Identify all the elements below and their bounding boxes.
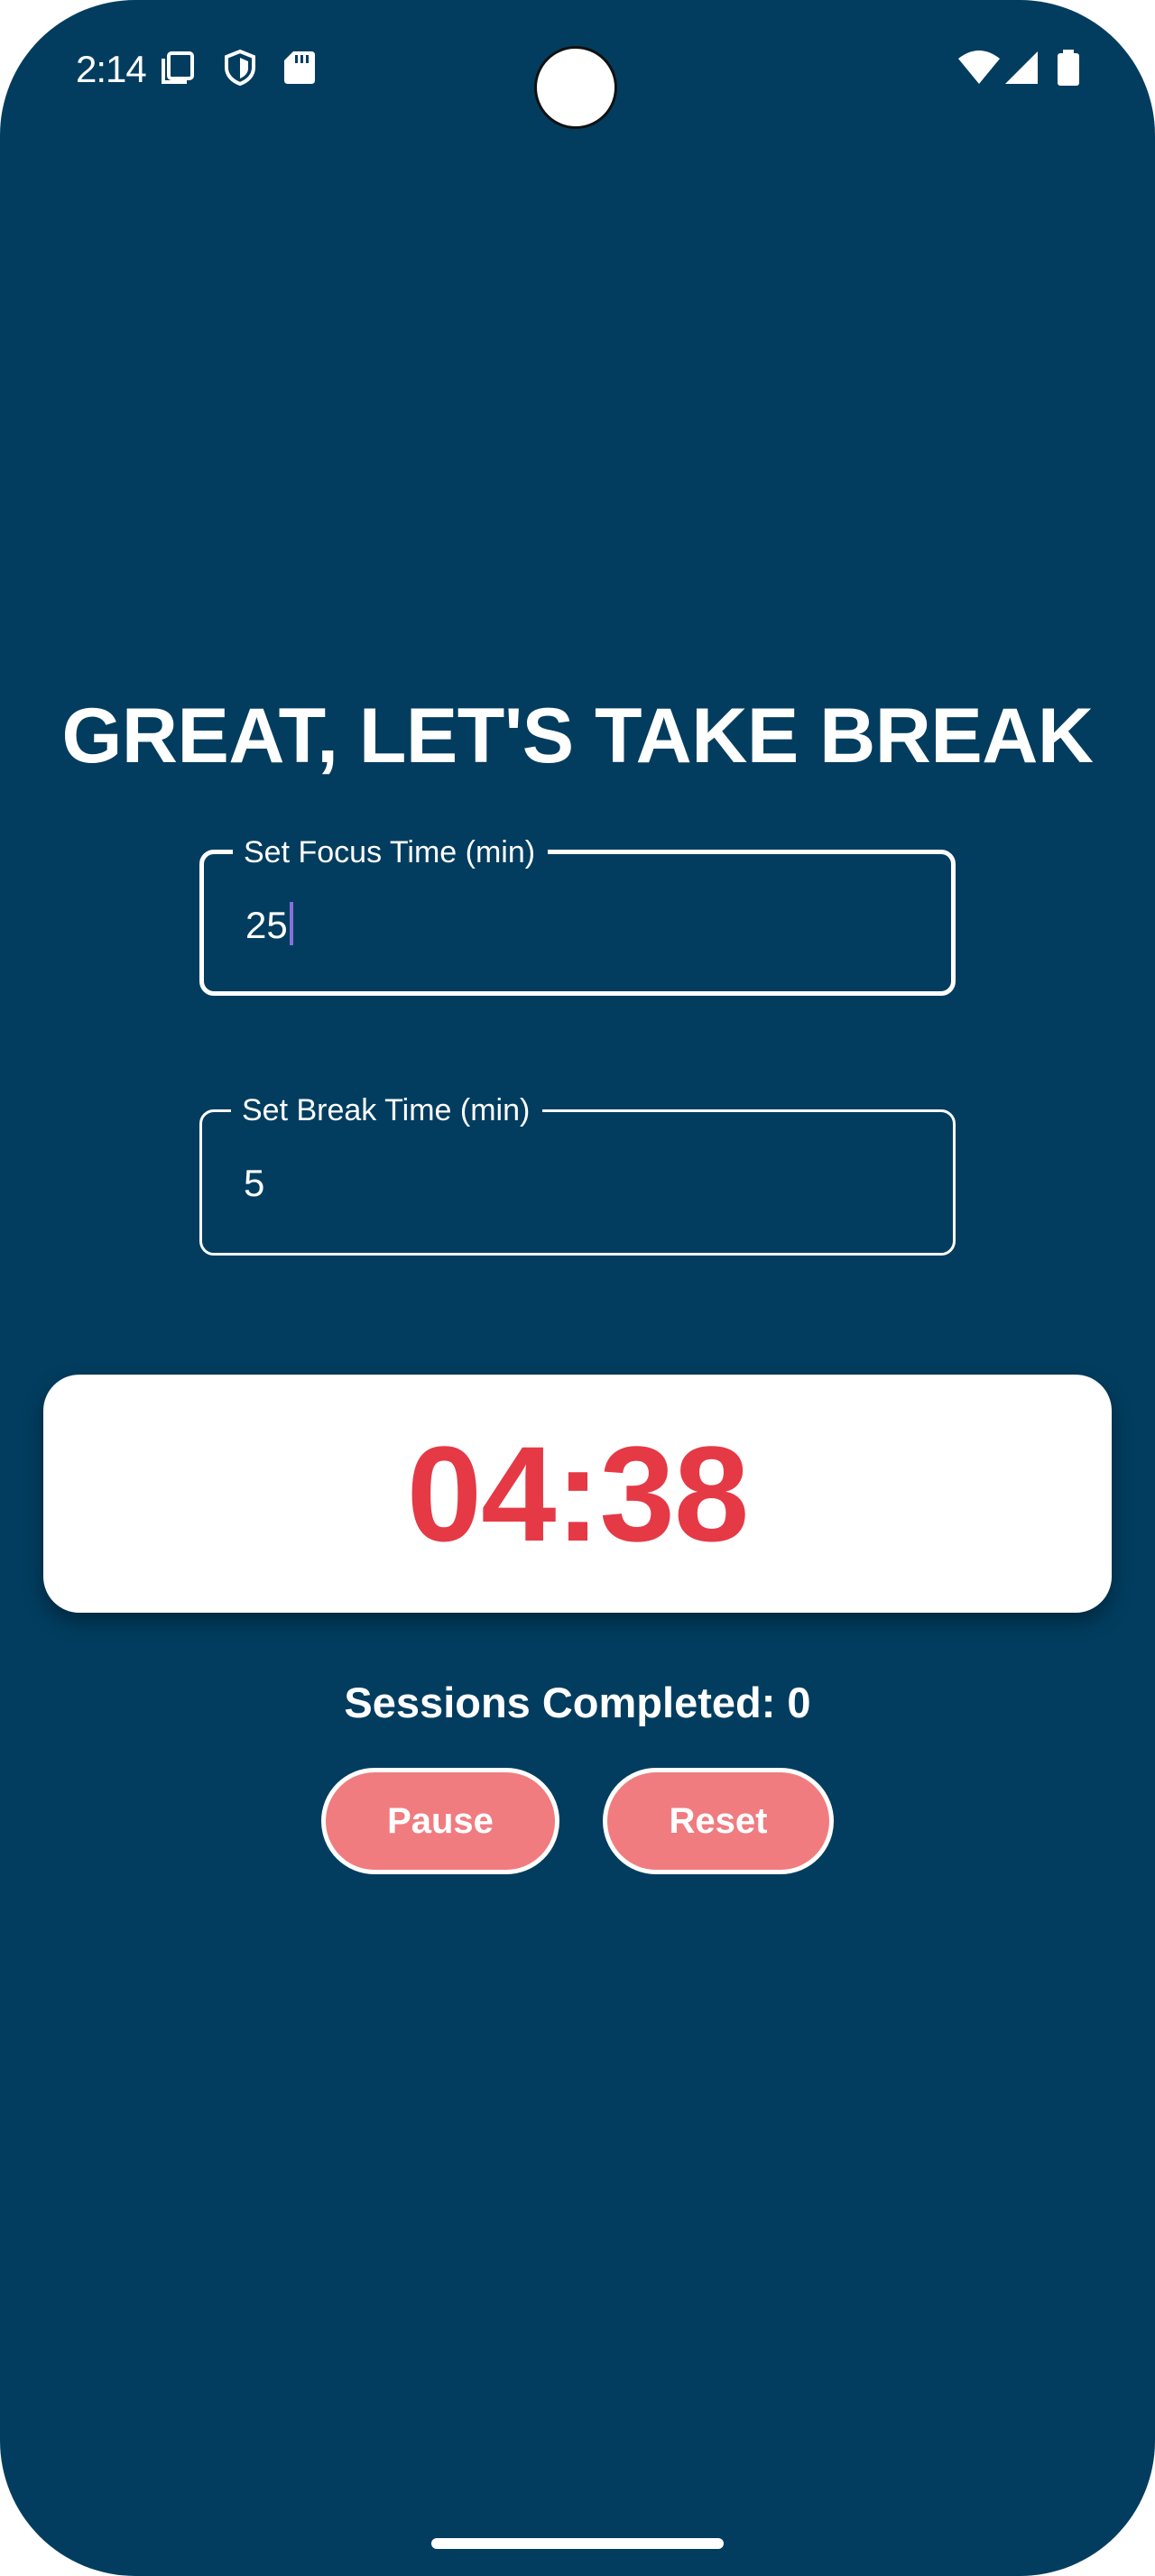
- battery-icon: [1058, 50, 1079, 86]
- sessions-completed: Sessions Completed: 0: [344, 1679, 811, 1726]
- wifi-icon: [958, 51, 1000, 84]
- page-title: GREAT, LET'S TAKE BREAK: [61, 693, 1094, 779]
- app-screen: 2:14 GREAT, LET'S TAKE BREAK Set Focus T…: [0, 0, 1155, 2576]
- status-time: 2:14: [76, 48, 147, 90]
- focus-time-input[interactable]: 25: [245, 901, 293, 950]
- shield-icon: [225, 49, 255, 87]
- break-time-label: Set Break Time (min): [231, 1090, 543, 1130]
- focus-time-field[interactable]: Set Focus Time (min) 25: [199, 833, 956, 996]
- break-time-field[interactable]: Set Break Time (min) 5: [199, 1090, 956, 1256]
- reset-button[interactable]: Reset: [603, 1768, 834, 1874]
- screenshot-icon: [162, 51, 194, 84]
- text-cursor: [289, 902, 293, 945]
- focus-time-label: Set Focus Time (min): [233, 833, 549, 872]
- timer-card: 04:38: [43, 1375, 1112, 1613]
- timer-display: 04:38: [406, 1417, 750, 1569]
- navigation-handle[interactable]: [431, 2538, 724, 2549]
- pause-button[interactable]: Pause: [321, 1768, 559, 1874]
- sd-card-icon: [284, 51, 315, 84]
- cell-signal-icon: [1005, 51, 1038, 84]
- camera-cutout: [534, 46, 617, 129]
- break-time-input[interactable]: 5: [244, 1159, 264, 1208]
- focus-time-value: 25: [245, 904, 288, 946]
- status-bar: 2:14: [0, 0, 1155, 140]
